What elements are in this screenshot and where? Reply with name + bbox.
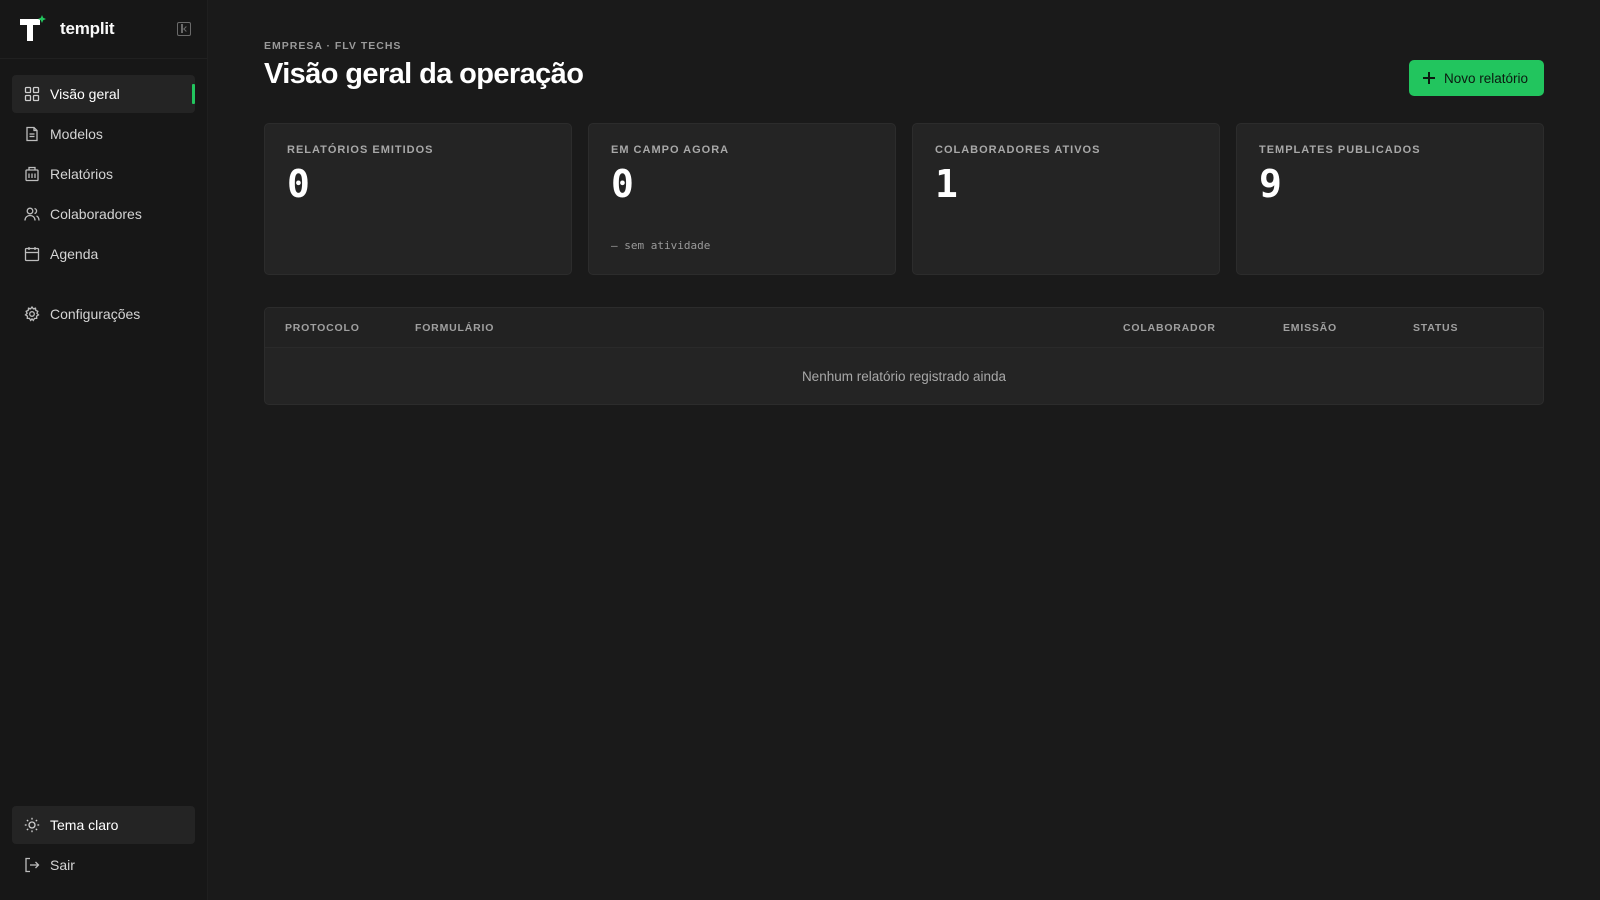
new-report-label: Novo relatório bbox=[1443, 70, 1528, 86]
page-title: Visão geral da operação bbox=[264, 58, 584, 90]
sidebar-item-modelos[interactable]: Modelos bbox=[12, 115, 195, 153]
sidebar-item-label: Colaboradores bbox=[50, 206, 142, 222]
logout-icon bbox=[24, 857, 40, 873]
stats-row: RELATÓRIOS EMITIDOS 0 EM CAMPO AGORA 0 —… bbox=[264, 123, 1544, 275]
stat-card-relatorios-emitidos: RELATÓRIOS EMITIDOS 0 bbox=[264, 123, 572, 275]
stat-card-colaboradores-ativos: COLABORADORES ATIVOS 1 bbox=[912, 123, 1220, 275]
column-header-colaborador[interactable]: COLABORADOR bbox=[1123, 322, 1216, 334]
stat-value: 0 bbox=[287, 162, 310, 206]
stat-value: 0 bbox=[611, 162, 634, 206]
sidebar-item-relatorios[interactable]: Relatórios bbox=[12, 155, 195, 193]
grid-icon bbox=[24, 86, 40, 102]
gear-icon bbox=[24, 306, 40, 322]
stat-subtext: — sem atividade bbox=[611, 239, 711, 252]
stat-value: 9 bbox=[1259, 162, 1282, 206]
table-header: PROTOCOLO FORMULÁRIO COLABORADOR EMISSÃO… bbox=[265, 308, 1543, 348]
building-icon bbox=[24, 166, 40, 182]
sidebar: templit Visão geral Modelos Relatórios C… bbox=[0, 0, 208, 900]
sidebar-item-label: Visão geral bbox=[50, 86, 120, 102]
column-header-emissao[interactable]: EMISSÃO bbox=[1283, 322, 1337, 334]
column-header-status[interactable]: STATUS bbox=[1413, 322, 1458, 334]
brand-name: templit bbox=[60, 19, 115, 38]
stat-label: RELATÓRIOS EMITIDOS bbox=[287, 144, 434, 156]
sidebar-item-visao-geral[interactable]: Visão geral bbox=[12, 75, 195, 113]
theme-toggle-label: Tema claro bbox=[50, 817, 119, 833]
main-content: EMPRESA · FLV TECHS Visão geral da opera… bbox=[264, 0, 1544, 405]
plus-icon bbox=[1422, 72, 1435, 84]
sidebar-item-label: Configurações bbox=[50, 306, 141, 322]
breadcrumb: EMPRESA · FLV TECHS bbox=[264, 40, 402, 52]
stat-label: EM CAMPO AGORA bbox=[611, 144, 730, 156]
logout-label: Sair bbox=[50, 857, 75, 873]
stat-card-templates-publicados: TEMPLATES PUBLICADOS 9 bbox=[1236, 123, 1544, 275]
users-icon bbox=[24, 206, 40, 222]
sidebar-bottom: Tema claro Sair bbox=[12, 806, 195, 886]
sidebar-item-label: Modelos bbox=[50, 126, 103, 142]
stat-value: 1 bbox=[935, 162, 958, 206]
brand: templit bbox=[0, 0, 207, 59]
reports-table: PROTOCOLO FORMULÁRIO COLABORADOR EMISSÃO… bbox=[264, 307, 1544, 405]
logout-button[interactable]: Sair bbox=[12, 846, 195, 884]
file-text-icon bbox=[24, 126, 40, 142]
stat-label: TEMPLATES PUBLICADOS bbox=[1259, 144, 1421, 156]
sidebar-item-agenda[interactable]: Agenda bbox=[12, 235, 195, 273]
sidebar-item-label: Agenda bbox=[50, 246, 99, 262]
stat-label: COLABORADORES ATIVOS bbox=[935, 144, 1101, 156]
collapse-sidebar-icon[interactable] bbox=[177, 22, 191, 36]
table-empty-message: Nenhum relatório registrado ainda bbox=[801, 368, 1007, 384]
new-report-button[interactable]: Novo relatório bbox=[1408, 60, 1544, 96]
column-header-formulario[interactable]: FORMULÁRIO bbox=[415, 322, 494, 334]
sidebar-nav: Visão geral Modelos Relatórios Colaborad… bbox=[0, 59, 207, 333]
calendar-icon bbox=[24, 246, 40, 262]
templit-logo-icon bbox=[18, 15, 46, 43]
stat-card-em-campo-agora: EM CAMPO AGORA 0 — sem atividade bbox=[588, 123, 896, 275]
sidebar-item-colaboradores[interactable]: Colaboradores bbox=[12, 195, 195, 233]
column-header-protocolo[interactable]: PROTOCOLO bbox=[285, 322, 360, 334]
sidebar-item-label: Relatórios bbox=[50, 166, 114, 182]
sidebar-item-configuracoes[interactable]: Configurações bbox=[12, 295, 195, 333]
sun-icon bbox=[24, 817, 40, 833]
theme-toggle-button[interactable]: Tema claro bbox=[12, 806, 195, 844]
